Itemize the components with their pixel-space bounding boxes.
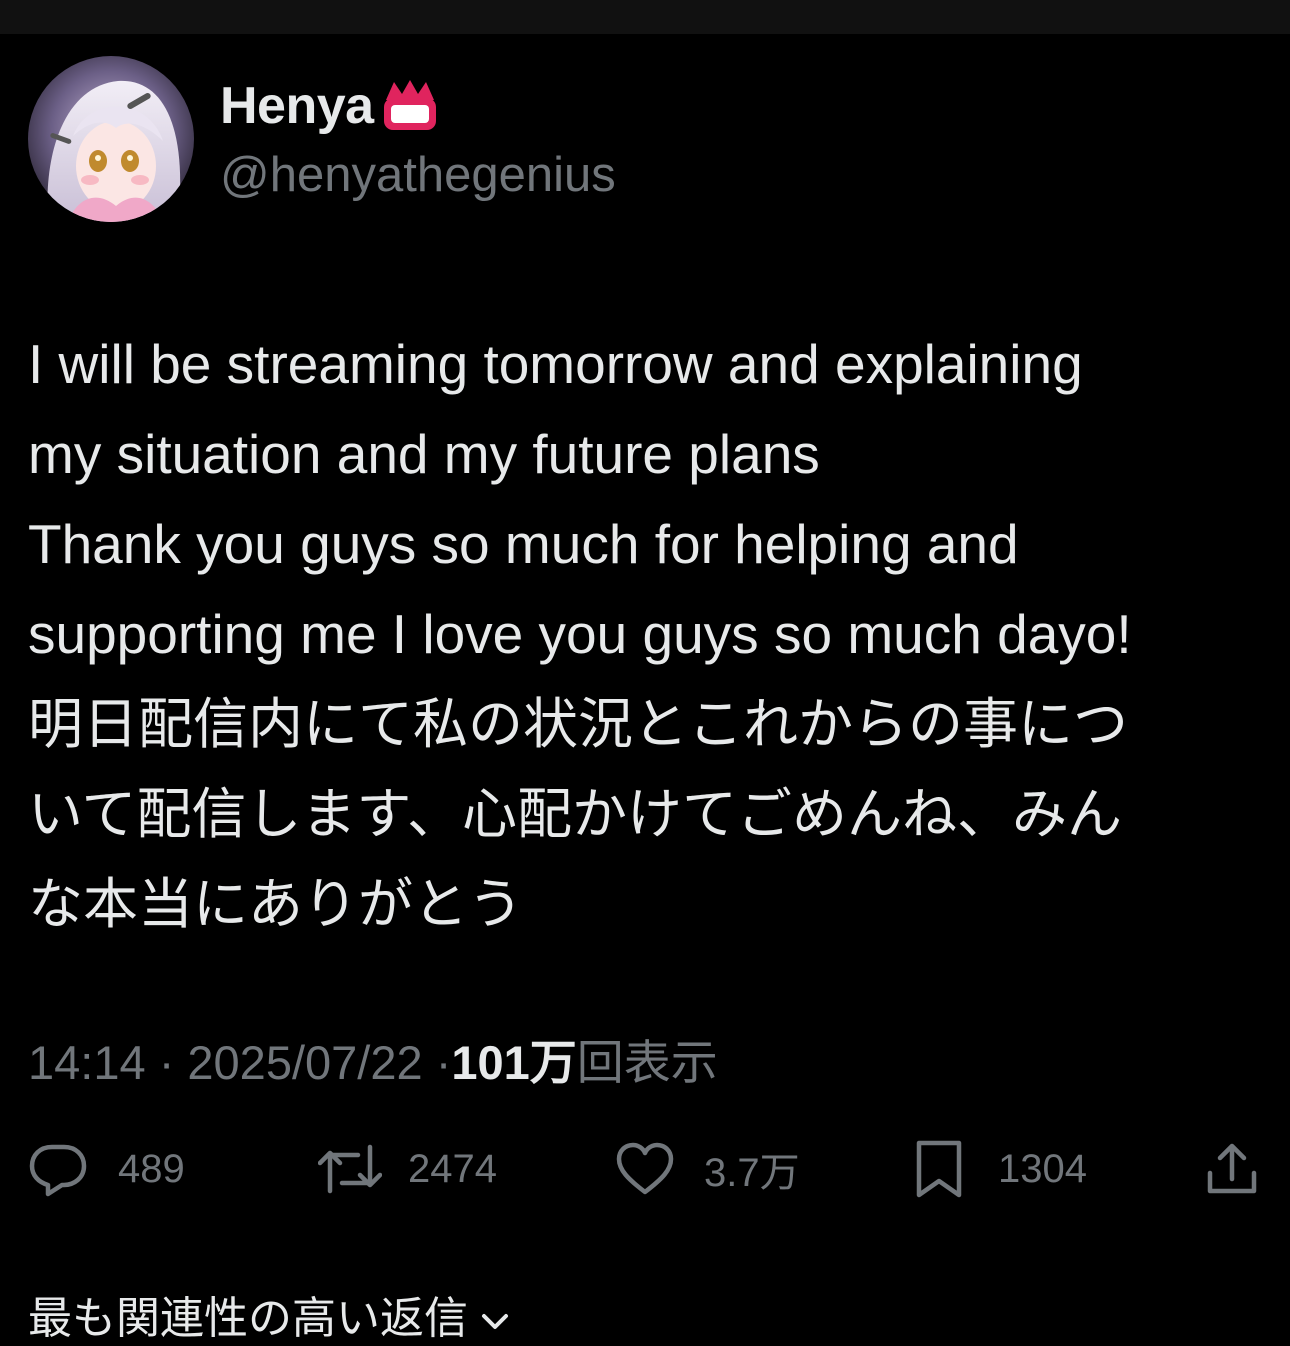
like-count: 3.7万 [704, 1151, 800, 1195]
crown-badge-icon [380, 78, 440, 134]
repost-count: 2474 [408, 1146, 497, 1191]
reply-icon [29, 1144, 87, 1197]
like-button[interactable]: 3.7万 [616, 1134, 800, 1204]
share-button[interactable] [1204, 1134, 1260, 1204]
repost-icon [318, 1144, 382, 1194]
replies-sort-dropdown[interactable]: 最も関連性の高い返信 [28, 1282, 510, 1346]
user-handle[interactable]: @henyathegenius [220, 147, 616, 203]
bookmark-icon [916, 1140, 962, 1198]
share-icon [1207, 1143, 1257, 1194]
tweet-meta: 14:14 · 2025/07/22 ·101万回表示 [28, 1024, 718, 1093]
tweet-time[interactable]: 14:14 [28, 1036, 146, 1089]
tweet-date[interactable]: 2025/07/22 [187, 1036, 422, 1089]
views-label: 回表示 [576, 1036, 718, 1089]
tweet-header: Henya @henyathegenius [28, 54, 616, 224]
user-names: Henya @henyathegenius [220, 75, 616, 203]
bookmark-count: 1304 [998, 1146, 1087, 1191]
display-name[interactable]: Henya [220, 76, 374, 136]
action-bar: 489 2474 3.7万 1304 [0, 1134, 1290, 1204]
meta-separator: · [158, 1036, 175, 1089]
reply-button[interactable]: 489 [28, 1134, 185, 1204]
display-name-row: Henya [220, 75, 616, 137]
status-bar-strip [0, 0, 1290, 34]
replies-sort-label: 最も関連性の高い返信 [28, 1294, 468, 1343]
reply-count: 489 [118, 1146, 185, 1191]
tweet-detail: Henya @henyathegenius I will be streamin… [0, 34, 1290, 1343]
views-count[interactable]: 101万 [451, 1036, 576, 1089]
bookmark-button[interactable]: 1304 [914, 1134, 1087, 1204]
repost-button[interactable]: 2474 [318, 1134, 497, 1204]
tweet-text: I will be streaming tomorrow and explain… [28, 333, 1132, 935]
heart-icon [616, 1142, 674, 1195]
meta-separator: · [435, 1036, 452, 1089]
chevron-down-icon [480, 1294, 510, 1343]
avatar[interactable] [28, 56, 194, 222]
